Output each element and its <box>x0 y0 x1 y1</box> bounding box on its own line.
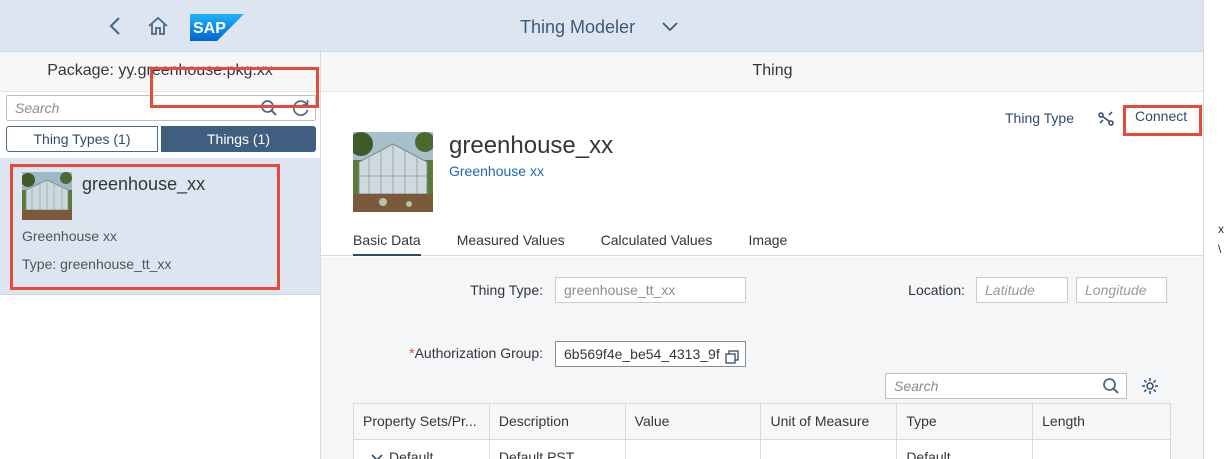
chevron-down-icon[interactable] <box>662 20 678 32</box>
copy-icon[interactable] <box>725 347 739 364</box>
highlight-box-things-segment <box>150 67 319 108</box>
object-header: Thing Type Connect greenhouse_xx Greenho… <box>321 92 1203 256</box>
edge-glyph: \ <box>1218 242 1222 256</box>
column-header[interactable]: Property Sets/Pr... <box>354 404 490 440</box>
tab-image[interactable]: Image <box>748 232 787 256</box>
location-label: Location: <box>908 282 965 298</box>
app-title[interactable]: Thing Modeler <box>520 0 635 52</box>
svg-text:SAP: SAP <box>193 20 226 37</box>
authorization-group-label: *Authorization Group: <box>401 345 543 361</box>
table-cell <box>626 440 762 459</box>
column-header[interactable]: Value <box>625 404 762 440</box>
back-icon[interactable] <box>104 14 128 38</box>
object-title: greenhouse_xx <box>449 132 614 159</box>
highlight-box-connect <box>1123 105 1202 136</box>
segment-thing-types[interactable]: Thing Types (1) <box>6 126 158 152</box>
greenhouse-image <box>349 132 435 212</box>
table-row[interactable]: Default Default PST Default <box>354 440 1171 459</box>
connect-icon[interactable] <box>1097 110 1115 128</box>
basic-data-form: Thing Type: greenhouse_tt_xx Location: L… <box>321 257 1203 459</box>
table-cell-text: Default <box>389 449 434 459</box>
segmented-button: Thing Types (1) Things (1) <box>6 126 316 152</box>
background-window-edge: x \ <box>1203 0 1224 459</box>
thing-type-label: Thing Type: <box>470 282 543 298</box>
home-icon[interactable] <box>146 14 170 38</box>
gear-icon[interactable] <box>1141 377 1159 395</box>
tab-basic-data[interactable]: Basic Data <box>353 232 421 256</box>
column-header[interactable]: Type <box>897 404 1034 440</box>
shell-bar: SAP Thing Modeler <box>0 0 1224 52</box>
table-cell: Default <box>354 440 490 459</box>
longitude-field[interactable]: Longitude <box>1076 277 1167 303</box>
segment-things[interactable]: Things (1) <box>161 126 316 152</box>
table-cell: Default <box>897 440 1034 459</box>
tab-bar: Basic Data Measured Values Calculated Va… <box>353 232 787 256</box>
edge-glyph: x <box>1218 222 1224 236</box>
column-header[interactable]: Description <box>489 404 626 440</box>
tab-calculated-values[interactable]: Calculated Values <box>601 232 713 256</box>
authorization-group-value: 6b569f4e_be54_4313_9f <box>564 346 720 362</box>
authorization-group-label-text: Authorization Group: <box>414 345 543 361</box>
table-cell <box>761 440 898 459</box>
detail-header: Thing <box>321 52 1224 92</box>
detail-pane: Thing Thing Type Connect greenhouse_xx G… <box>321 52 1224 459</box>
object-subtitle-link[interactable]: Greenhouse xx <box>449 163 544 179</box>
thing-type-link[interactable]: Thing Type <box>1005 110 1074 126</box>
search-icon[interactable] <box>1102 377 1120 395</box>
tab-measured-values[interactable]: Measured Values <box>457 232 565 256</box>
table-cell: Default PST <box>490 440 626 459</box>
latitude-field[interactable]: Latitude <box>976 277 1068 303</box>
authorization-group-field[interactable]: 6b569f4e_be54_4313_9f <box>555 341 746 367</box>
highlight-box-list-item <box>10 164 280 290</box>
table-search-input[interactable] <box>886 374 1086 398</box>
column-header[interactable]: Length <box>1033 404 1171 440</box>
expand-chevron-icon[interactable] <box>371 440 383 459</box>
table-header-row: Property Sets/Pr... Description Value Un… <box>354 404 1171 440</box>
sap-logo[interactable]: SAP <box>190 14 244 41</box>
table-cell <box>1033 440 1171 459</box>
table-search <box>885 373 1127 399</box>
column-header[interactable]: Unit of Measure <box>761 404 898 440</box>
property-table: Property Sets/Pr... Description Value Un… <box>353 403 1171 459</box>
thing-type-field[interactable]: greenhouse_tt_xx <box>555 277 746 303</box>
